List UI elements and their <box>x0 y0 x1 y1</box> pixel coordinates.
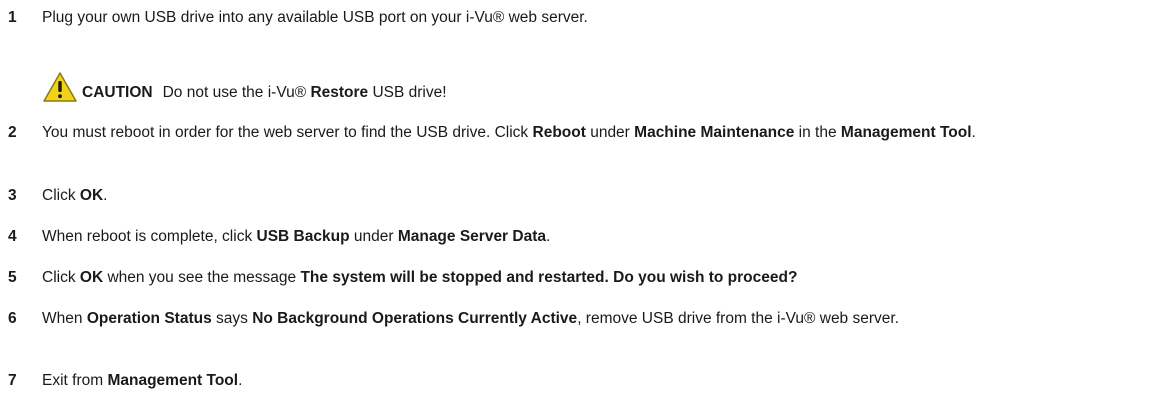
caution-text-bold: Restore <box>310 84 369 101</box>
step-text-run: Click <box>42 269 80 286</box>
step-text-run: . <box>103 187 108 204</box>
step-text-bold: OK <box>79 187 104 204</box>
step-text-bold: OK <box>79 269 104 286</box>
step-text-run: , remove USB drive from the i-Vu® web se… <box>577 310 900 327</box>
caution-text-before: Do not use the i-Vu® <box>162 84 311 101</box>
step-text-bold: USB Backup <box>256 228 350 245</box>
step-text-run: You must reboot in order for the web ser… <box>42 124 533 141</box>
caution-label: CAUTION <box>82 84 153 101</box>
step-text-run: in the <box>794 124 841 141</box>
step-number: 4 <box>8 228 17 245</box>
step-number: 1 <box>8 9 17 26</box>
step-text: You must reboot in order for the web ser… <box>42 123 1154 143</box>
step-text: When Operation Status says No Background… <box>42 309 980 329</box>
step-text-run: . <box>546 228 551 245</box>
step-text-run: under <box>349 228 398 245</box>
caution-text-after: USB drive! <box>368 84 447 101</box>
step-text-run: When <box>42 310 87 327</box>
step-text: Click OK. <box>42 186 1154 206</box>
step-text: Exit from Management Tool. <box>42 371 1154 391</box>
step-number: 3 <box>8 187 17 204</box>
step-text: Plug your own USB drive into any availab… <box>42 8 1154 28</box>
step-text-bold: Machine Maintenance <box>634 124 795 141</box>
step-text-run: under <box>585 124 635 141</box>
caution-text: Do not use the i-Vu® Restore USB drive! <box>163 83 447 103</box>
step-text-run: . <box>971 124 976 141</box>
step-text: When reboot is complete, click USB Backu… <box>42 227 1154 247</box>
step-text-bold: Reboot <box>532 124 586 141</box>
step-text: Click OK when you see the message The sy… <box>42 268 1154 288</box>
step-number: 2 <box>8 124 17 141</box>
step-number: 7 <box>8 372 17 389</box>
step-text-bold: Operation Status <box>86 310 212 327</box>
step-text-run: . <box>238 372 243 389</box>
step-number: 6 <box>8 310 17 327</box>
step-text-run: when you see the message <box>103 269 301 286</box>
step-text-run: Plug your own USB drive into any availab… <box>42 9 588 26</box>
step-text-run: Click <box>42 187 80 204</box>
step-text-run: Exit from <box>42 372 108 389</box>
step-text-bold: Management Tool <box>107 372 239 389</box>
step-text-bold: Management Tool <box>840 124 972 141</box>
step-text-bold: The system will be stopped and restarted… <box>300 269 798 286</box>
procedure-document: 1 Plug your own USB drive into any avail… <box>0 0 1160 420</box>
step-text-run: says <box>211 310 253 327</box>
step-text-run: When reboot is complete, click <box>42 228 257 245</box>
warning-triangle-icon <box>43 72 77 102</box>
step-number: 5 <box>8 269 17 286</box>
step-text-bold: No Background Operations Currently Activ… <box>252 310 578 327</box>
step-text-bold: Manage Server Data <box>397 228 546 245</box>
caution-note: CAUTION Do not use the i-Vu® Restore USB… <box>42 71 447 103</box>
